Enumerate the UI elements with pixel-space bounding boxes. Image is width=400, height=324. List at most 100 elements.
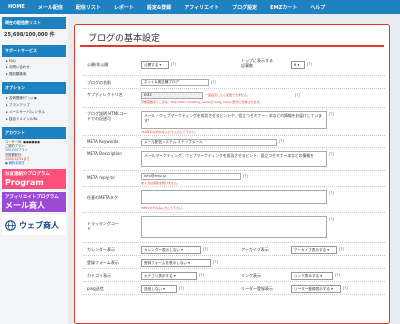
subdir-label: サブディレクトリ名 bbox=[87, 92, 123, 97]
help-link[interactable]: [?] bbox=[343, 286, 348, 290]
link-select[interactable]: リンク表示する ▾ bbox=[291, 272, 333, 280]
newsletter-select[interactable]: 登録フォームを表示しない ▾ bbox=[141, 259, 211, 267]
help-link[interactable]: [?] bbox=[211, 80, 216, 84]
row-keywords: META Keywords メール配信システム ステップメール [?] bbox=[83, 136, 385, 148]
support-heading: サポートサービス bbox=[2, 45, 66, 57]
account-heading: アカウント bbox=[2, 127, 66, 139]
row-category-link: カテゴリ表示 カテゴリ表示する ▾ [?] リンク表示 リンク表示する ▾ [?… bbox=[83, 269, 385, 282]
row-tracking: トラッキングコード [?] bbox=[83, 213, 385, 243]
meta-tags-label: 任意のMETAタグ bbox=[87, 195, 118, 200]
row-description: ブログ説明 HTMLコードでの記述可 メール・ウェブマーケティングを成功させるヒ… bbox=[83, 108, 385, 136]
reply-to-note: 未入力は返答を受けません。 bbox=[141, 181, 180, 185]
newsletter-select-value: 登録フォームを表示しない bbox=[144, 261, 188, 265]
nav-settings[interactable]: 設定&登録 bbox=[147, 4, 171, 11]
globe-logo-icon bbox=[5, 219, 16, 231]
nav-emz-cart[interactable]: EMZカート bbox=[270, 4, 297, 11]
category-select-value: カテゴリ表示する bbox=[144, 274, 173, 278]
keywords-label: META Keywords bbox=[87, 139, 119, 144]
row-subdir: サブディレクトリ名 EMZ 一度設定したら変更できません。 [?] 半角英数字と… bbox=[83, 89, 385, 108]
blog-name-label: ブログの名前 bbox=[87, 80, 111, 85]
top-posts-label: トップに表示する記事数 bbox=[241, 58, 273, 68]
nav-list[interactable]: 配信リスト bbox=[76, 4, 101, 11]
help-link[interactable]: [?] bbox=[329, 112, 334, 116]
top-posts-select[interactable]: 6 ▾ bbox=[291, 61, 305, 69]
public-select[interactable]: 公開する ▾ bbox=[141, 61, 169, 69]
reply-to-label: META reply-to bbox=[87, 175, 115, 180]
help-link[interactable]: [?] bbox=[307, 62, 312, 66]
cancel-link[interactable]: ● 解約手続き bbox=[0, 161, 68, 165]
help-link[interactable]: [?] bbox=[329, 191, 334, 195]
reader-label: リーダー登録表示 bbox=[241, 286, 273, 291]
archive-label: アーカイブ表示 bbox=[241, 247, 269, 252]
sidebar-item-server[interactable]: ▸ メールサーバ/レンタル bbox=[0, 109, 68, 116]
meta-tags-textarea[interactable] bbox=[141, 190, 327, 204]
web-merchant-banner[interactable]: ウェブ商人 bbox=[2, 215, 66, 236]
referral-program-banner[interactable]: お友達紹介プログラム Program bbox=[2, 169, 66, 190]
meta-description-textarea[interactable]: メールマーケティング、ウェブマーケティングを成功させるヒント、役立つセミナー本な… bbox=[141, 151, 327, 167]
reader-select-value: リーダー登録表示する bbox=[294, 287, 330, 291]
help-link[interactable]: [?] bbox=[171, 62, 176, 66]
help-link[interactable]: [?] bbox=[329, 152, 334, 156]
description-note: 250字の以内かな入力で入力して下さい。 bbox=[141, 130, 198, 134]
nav-affiliate[interactable]: アフィリエイト bbox=[184, 4, 219, 11]
calendar-label: カレンダー表示 bbox=[87, 247, 115, 252]
reply-to-input[interactable]: info@emz.jp bbox=[141, 173, 241, 180]
newsletter-label: 登録フォーム表示 bbox=[87, 260, 119, 265]
nav-mail-send[interactable]: メール配信 bbox=[38, 4, 63, 11]
sidebar-item-card[interactable]: ▸ 名刺登録ｵﾌﾟｼｮﾝ ▶ bbox=[0, 95, 68, 102]
calendar-select[interactable]: カレンダー表示しない ▾ bbox=[141, 246, 201, 254]
keywords-input[interactable]: メール配信システム ステップメール bbox=[141, 139, 277, 146]
subdir-note-detail: 半角英数字と‐_のみ。http://abc.com/blog_name/の bl… bbox=[141, 100, 263, 104]
description-label: ブログ説明 HTMLコードでの記述可 bbox=[87, 111, 128, 121]
link-select-value: リンク表示する bbox=[294, 274, 320, 278]
nav-blog-settings[interactable]: ブログ設定 bbox=[232, 4, 257, 11]
banner-logo-text: ウェブ商人 bbox=[19, 220, 59, 230]
sidebar-item-terms[interactable]: ▸ 規約類検索 bbox=[0, 71, 68, 78]
nav-report[interactable]: レポート bbox=[114, 4, 134, 11]
row-public: 公開/非公開 公開する ▾ [?] トップに表示する記事数 6 ▾ [?] bbox=[83, 55, 385, 76]
nav-home[interactable]: HOME bbox=[8, 4, 25, 10]
top-nav: HOME メール配信 配信リスト レポート 設定&登録 アフィリエイト ブログ設… bbox=[0, 0, 400, 14]
row-calendar-archive: カレンダー表示 カレンダー表示しない ▾ [?] アーカイブ表示 アーカイブ表示… bbox=[83, 243, 385, 256]
sidebar-item-label: 規約類検索 bbox=[8, 72, 27, 76]
sidebar-item-contact[interactable]: ▸ お問い合わせ bbox=[0, 64, 68, 71]
blog-name-input[interactable]: ネット&実店舗ブログ bbox=[141, 79, 209, 86]
help-link[interactable]: [?] bbox=[213, 260, 218, 264]
help-link[interactable]: [?] bbox=[335, 273, 340, 277]
tracking-textarea[interactable] bbox=[141, 216, 327, 238]
sidebar-item-label: メールサーバ/レンタル bbox=[8, 110, 46, 114]
subdir-input: EMZ bbox=[141, 92, 203, 99]
archive-select[interactable]: アーカイブ表示する ▾ bbox=[291, 246, 337, 254]
banner-title: Program bbox=[5, 177, 44, 187]
meta-description-label: META Description bbox=[87, 151, 122, 156]
option-heading: オプション bbox=[2, 82, 66, 94]
help-link[interactable]: [?] bbox=[243, 174, 248, 178]
ping-select-value: 送信しない bbox=[144, 287, 162, 291]
sidebar-item-domain[interactable]: ▸ 独自ドメイン/URL bbox=[0, 116, 68, 123]
nav-help[interactable]: ヘルプ bbox=[310, 4, 325, 11]
help-link[interactable]: [?] bbox=[179, 286, 184, 290]
help-link[interactable]: [?] bbox=[295, 93, 300, 97]
sidebar-item-label: お問い合わせ bbox=[8, 65, 30, 69]
category-label: カテゴリ表示 bbox=[87, 273, 111, 278]
sidebar-item-label: 独自ドメイン/URL bbox=[8, 117, 38, 121]
help-link[interactable]: [?] bbox=[279, 139, 284, 143]
tracking-label: トラッキングコード bbox=[87, 221, 119, 231]
help-link[interactable]: [?] bbox=[203, 247, 208, 251]
help-link[interactable]: [?] bbox=[339, 247, 344, 251]
sidebar-item-plan-up[interactable]: ▸ ブランアップ bbox=[0, 102, 68, 109]
affiliate-program-banner[interactable]: アフィリエイトプログラム メール商人 bbox=[2, 192, 66, 213]
public-label: 公開/非公開 bbox=[87, 62, 109, 67]
ping-select[interactable]: 送信しない ▾ bbox=[141, 285, 177, 293]
row-meta-description: META Description メールマーケティング、ウェブマーケティングを成… bbox=[83, 148, 385, 171]
banner-title: メール商人 bbox=[5, 200, 45, 210]
category-select[interactable]: カテゴリ表示する ▾ bbox=[141, 272, 197, 280]
row-blog-name: ブログの名前 ネット&実店舗ブログ [?] bbox=[83, 76, 385, 89]
page-title: ブログの基本設定 bbox=[80, 25, 384, 47]
help-link[interactable]: [?] bbox=[199, 273, 204, 277]
reader-select[interactable]: リーダー登録表示する ▾ bbox=[291, 285, 341, 293]
blog-settings-panel: ブログの基本設定 公開/非公開 公開する ▾ [?] トップに表示する記事数 6… bbox=[74, 24, 390, 324]
subdir-note: 一度設定したら変更できません。 bbox=[205, 93, 250, 97]
description-textarea[interactable]: メール・ウェブマーケティングを成功させるヒントや、役立つセミナー・本などの情報を… bbox=[141, 111, 327, 129]
help-link[interactable]: [?] bbox=[329, 217, 334, 221]
